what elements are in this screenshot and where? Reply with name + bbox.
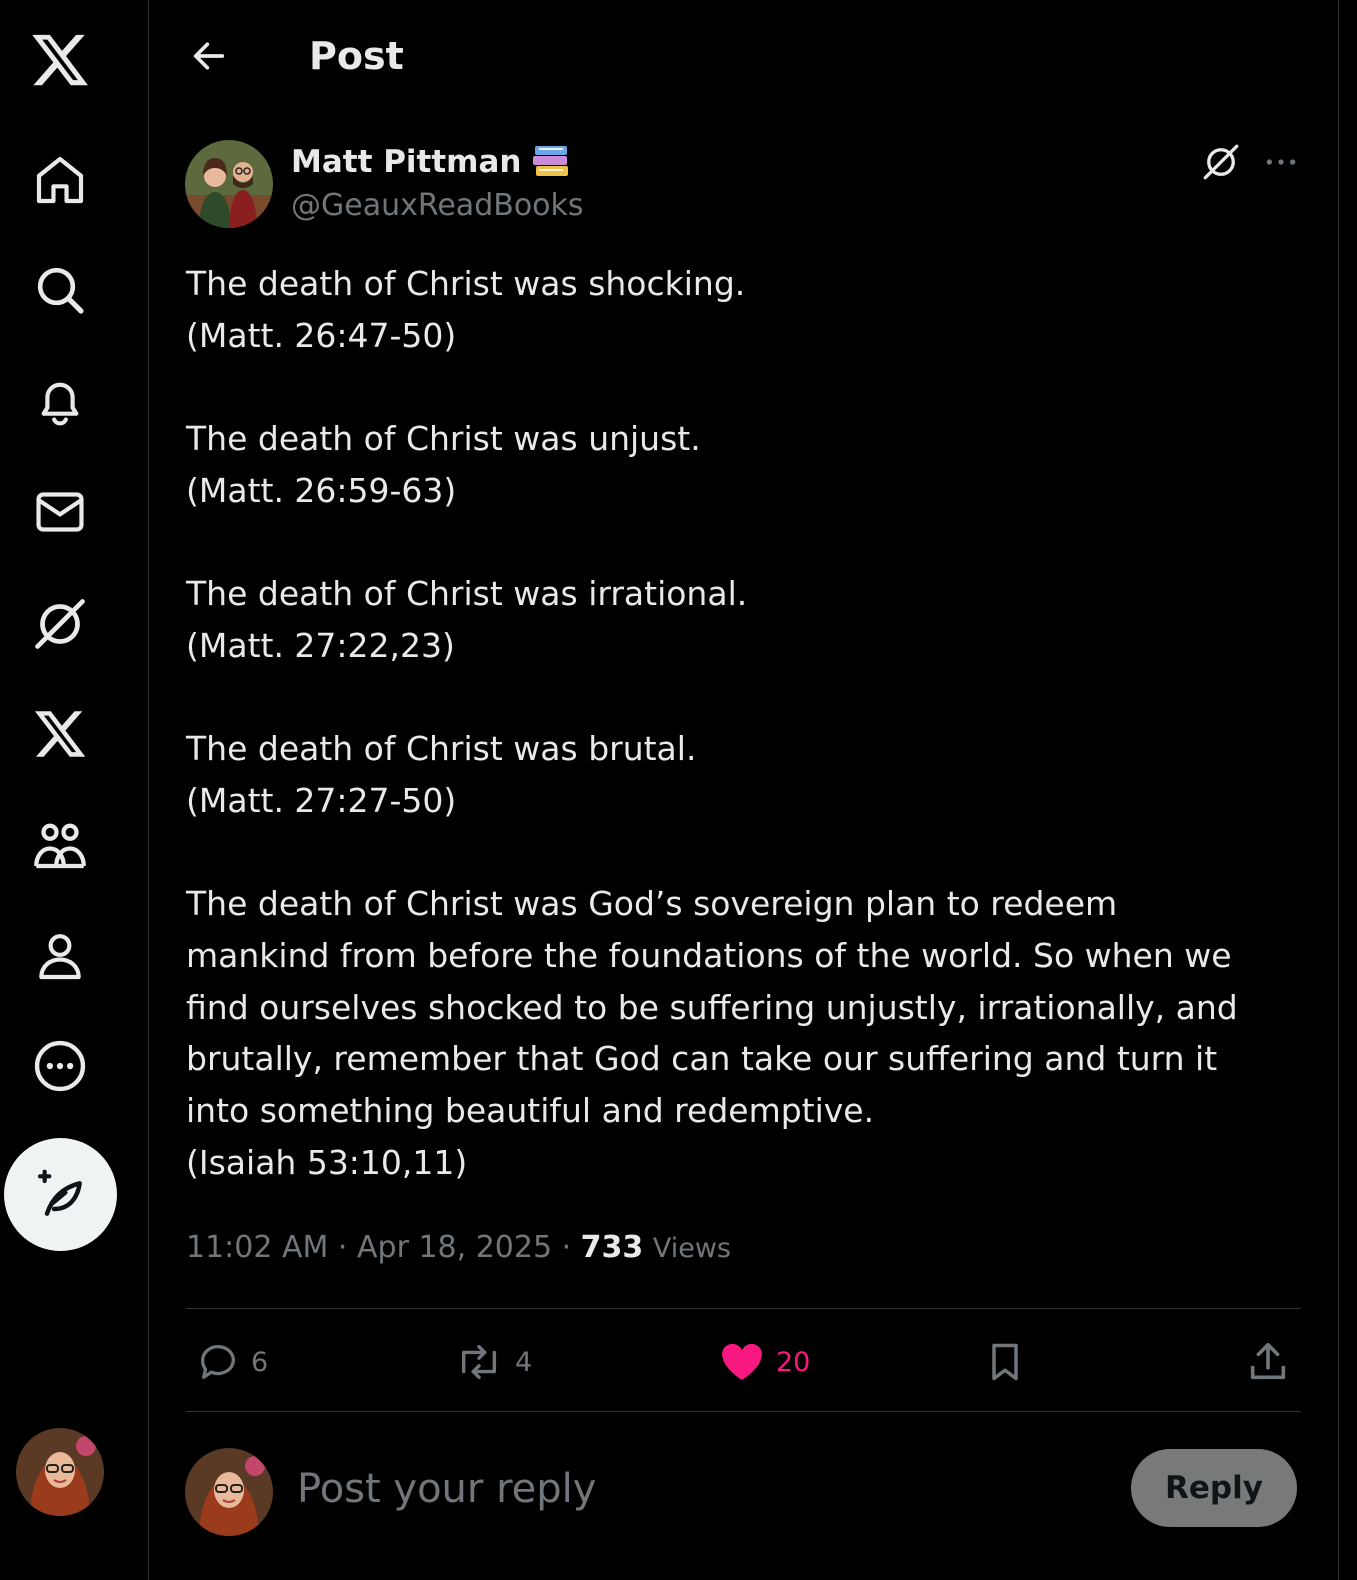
x-premium-icon[interactable] — [28, 702, 92, 766]
repost-icon — [453, 1339, 505, 1385]
repost-count: 4 — [515, 1346, 533, 1378]
divider — [186, 1308, 1301, 1309]
bell-icon[interactable] — [28, 370, 92, 434]
author-display-name: Matt Pittman — [291, 144, 522, 180]
post-text-line: find ourselves shocked to be suffering u… — [186, 987, 1238, 1027]
post-more-button[interactable] — [1259, 140, 1303, 184]
divider — [186, 1411, 1301, 1412]
reply-submit-button[interactable]: Reply — [1131, 1449, 1297, 1527]
more-circle-icon[interactable] — [28, 1034, 92, 1098]
reply-count: 6 — [251, 1346, 269, 1378]
author-handle[interactable]: @GeauxReadBooks — [291, 186, 584, 226]
arrow-left-icon — [189, 36, 229, 76]
share-icon — [1245, 1339, 1291, 1385]
page-title: Post — [309, 34, 404, 78]
post-text-line: The death of Christ was irrational. — [186, 574, 748, 614]
like-count: 20 — [776, 1346, 811, 1378]
grok-icon — [1200, 141, 1242, 183]
like-action-button[interactable]: 20 — [718, 1334, 810, 1390]
post-text-line: (Matt. 26:47-50) — [186, 315, 457, 355]
communities-icon[interactable] — [28, 814, 92, 878]
post-text-line: The death of Christ was shocking. — [186, 264, 746, 303]
profile-icon[interactable] — [28, 924, 92, 988]
author-avatar[interactable] — [185, 140, 273, 228]
post-text-line: (Isaiah 53:10,11) — [186, 1142, 468, 1182]
post-detail-column: Post Matt Pittman @GeauxReadBooks The de… — [149, 0, 1339, 1580]
bookmark-action-button[interactable] — [983, 1334, 1027, 1390]
views-label: Views — [652, 1233, 731, 1264]
bookmark-icon — [983, 1338, 1027, 1386]
grok-icon[interactable] — [28, 592, 92, 656]
post-text-line: brutally, remember that God can take our… — [186, 1039, 1218, 1079]
post-timestamp[interactable]: 11:02 AM · Apr 18, 2025 · — [186, 1230, 581, 1265]
search-icon[interactable] — [28, 258, 92, 322]
post-text-line: The death of Christ was brutal. — [186, 729, 697, 769]
post-text-line: mankind from before the foundations of t… — [186, 936, 1232, 976]
post-text-line: (Matt. 27:27-50) — [186, 780, 457, 820]
post-text-line: into something beautiful and redemptive. — [186, 1091, 875, 1131]
views-count: 733 — [580, 1230, 644, 1265]
home-icon[interactable] — [28, 148, 92, 212]
x-logo-icon[interactable] — [28, 28, 92, 92]
books-emoji-icon — [531, 142, 571, 182]
share-action-button[interactable] — [1245, 1334, 1291, 1390]
post-text-line: (Matt. 27:22,23) — [186, 625, 455, 665]
post-body: The death of Christ was shocking. (Matt. … — [186, 258, 1296, 1189]
reply-user-avatar — [185, 1448, 273, 1536]
grok-explain-button[interactable] — [1199, 140, 1243, 184]
more-dots-icon — [1261, 142, 1301, 182]
heart-filled-icon — [718, 1338, 766, 1386]
post-text-line: The death of Christ was God’s sovereign … — [186, 884, 1118, 924]
compose-feather-icon — [33, 1167, 89, 1223]
mail-icon[interactable] — [28, 480, 92, 544]
post-meta: 11:02 AM · Apr 18, 2025 · 733 Views — [186, 1226, 731, 1271]
author-name[interactable]: Matt Pittman — [291, 142, 571, 182]
comment-icon — [195, 1339, 241, 1385]
repost-action-button[interactable]: 4 — [453, 1334, 532, 1390]
account-avatar[interactable] — [16, 1428, 104, 1516]
post-text-line: The death of Christ was unjust. — [186, 419, 701, 459]
post-text-line: (Matt. 26:59-63) — [186, 470, 457, 510]
compose-post-button[interactable] — [4, 1138, 117, 1251]
reply-input[interactable] — [295, 1456, 1099, 1522]
sidebar-nav — [0, 0, 149, 1580]
back-button[interactable] — [183, 30, 235, 82]
reply-action-button[interactable]: 6 — [195, 1334, 268, 1390]
